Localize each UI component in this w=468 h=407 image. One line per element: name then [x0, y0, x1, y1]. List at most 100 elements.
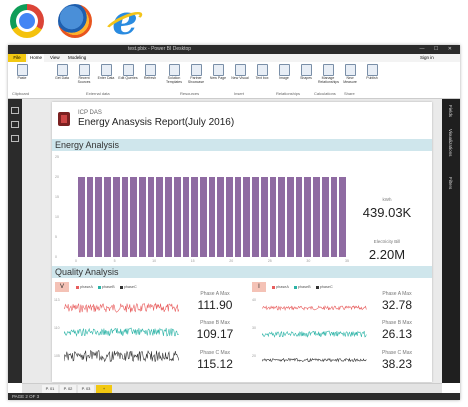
energy-bar[interactable]: [234, 177, 242, 257]
energy-bar[interactable]: [86, 177, 94, 257]
current-legend: phaseA phaseB phaseC: [268, 285, 333, 289]
ribbon-button-publish[interactable]: Publish: [362, 64, 382, 90]
ribbon-button-enter-data[interactable]: Enter Data: [96, 64, 116, 90]
add-page-button[interactable]: +: [96, 385, 112, 393]
ribbon-button-new-measure[interactable]: New Measure: [340, 64, 360, 90]
data-view-icon[interactable]: [11, 121, 19, 128]
voltage-panel-header: V: [55, 282, 69, 292]
energy-bar[interactable]: [147, 177, 155, 257]
energy-bar[interactable]: [260, 177, 268, 257]
report-view-icon[interactable]: [11, 107, 19, 114]
ribbon-button-paste[interactable]: Paste: [12, 64, 32, 90]
ribbon-button-label: Publish: [366, 76, 378, 80]
energy-bar[interactable]: [208, 177, 216, 257]
ribbon-group-label: Share: [344, 91, 355, 96]
energy-bar-chart[interactable]: 25 20 15 10 5 0: [55, 155, 352, 259]
ribbon-icon: [256, 64, 268, 76]
energy-bar[interactable]: [121, 177, 129, 257]
energy-bar[interactable]: [78, 177, 85, 257]
tab-modeling[interactable]: Modeling: [66, 54, 88, 62]
energy-bar[interactable]: [112, 177, 120, 257]
energy-bar[interactable]: [226, 177, 233, 257]
ribbon-button-new-page[interactable]: New Page: [208, 64, 228, 90]
relationships-view-icon[interactable]: [11, 135, 19, 142]
sign-in-link[interactable]: Sign in: [418, 54, 436, 62]
energy-bar[interactable]: [138, 177, 146, 257]
voltage-legend: phaseA phaseB phaseC: [72, 285, 137, 289]
energy-bar[interactable]: [330, 177, 338, 257]
energy-section-title: Energy Analysis: [55, 140, 120, 150]
energy-bar[interactable]: [165, 177, 172, 257]
energy-bar[interactable]: [278, 177, 286, 257]
ribbon-button-manage-relationships[interactable]: Manage Relationships: [318, 64, 340, 90]
status-bar: PAGE 2 OF 3: [8, 393, 460, 400]
energy-bar[interactable]: [321, 177, 329, 257]
tab-view[interactable]: View: [48, 54, 62, 62]
energy-bar[interactable]: [304, 177, 312, 257]
ribbon-button-solution-templates[interactable]: Solution Templates: [164, 64, 184, 90]
ribbon-button-get-data[interactable]: Get Data: [52, 64, 72, 90]
v-ytick: 105: [54, 354, 60, 358]
page-status: PAGE 2 OF 3: [12, 394, 40, 399]
page-tab-3[interactable]: P. 03: [78, 385, 94, 393]
window-controls[interactable]: — ☐ ✕: [420, 45, 456, 54]
energy-bar[interactable]: [295, 177, 303, 257]
visualizations-pane-tab[interactable]: Visualizations: [448, 129, 453, 156]
energy-bar[interactable]: [95, 177, 103, 257]
i-phase-a-value: 32.78: [381, 298, 413, 312]
fields-pane-tab[interactable]: Fields: [448, 105, 453, 117]
tab-home[interactable]: Home: [28, 54, 45, 62]
energy-bar[interactable]: [252, 177, 259, 257]
ribbon-button-shapes[interactable]: Shapes: [296, 64, 316, 90]
v-phase-b-value: 109.17: [196, 327, 234, 341]
quality-section-title: Quality Analysis: [55, 267, 119, 277]
ribbon: Paste Get Data Recent Sources Enter Data Edi…: [8, 62, 460, 99]
energy-x-tick: 5: [113, 259, 116, 263]
energy-bar[interactable]: [173, 177, 181, 257]
page-tab-2[interactable]: P. 02: [60, 385, 76, 393]
ribbon-group-label: Calculations: [314, 91, 336, 96]
energy-y-tick: 10: [55, 215, 59, 219]
energy-bar[interactable]: [269, 177, 277, 257]
kpi-bill-label: Electricity Bill: [373, 239, 401, 244]
energy-x-tick: 15: [190, 259, 195, 263]
energy-bar[interactable]: [243, 177, 251, 257]
tab-file[interactable]: File: [8, 54, 26, 62]
energy-bar[interactable]: [199, 177, 207, 257]
ribbon-button-refresh[interactable]: Refresh: [140, 64, 160, 90]
phase-a-line: [262, 305, 367, 312]
report-page: ICP DAS Energy Anasysis Report(July 2016…: [52, 102, 432, 382]
ribbon-button-text-box[interactable]: Text box: [252, 64, 272, 90]
ribbon-button-label: Manage Relationships: [318, 76, 340, 84]
energy-bar[interactable]: [191, 177, 198, 257]
ribbon-button-partner-showcase[interactable]: Partner Showcase: [186, 64, 206, 90]
energy-section-header: Energy Analysis: [52, 139, 432, 151]
ribbon-button-label: Paste: [17, 76, 27, 80]
ribbon-group-label: Insert: [234, 91, 245, 96]
ribbon-button-label: New Visual: [231, 76, 249, 80]
ribbon-button-image[interactable]: Image: [274, 64, 294, 90]
energy-bar[interactable]: [156, 177, 164, 257]
energy-bar[interactable]: [104, 177, 111, 257]
filters-pane-tab[interactable]: Filters: [448, 177, 453, 189]
page-tab-1[interactable]: P. 01: [42, 385, 58, 393]
energy-bar[interactable]: [339, 177, 346, 257]
ribbon-button-label: Solution Templates: [166, 76, 182, 84]
ribbon-button-new-visual[interactable]: New Visual: [230, 64, 250, 90]
company-name: ICP DAS: [78, 110, 102, 116]
ribbon-button-recent-sources[interactable]: Recent Sources: [74, 64, 94, 90]
internet-explorer-icon: e: [106, 1, 144, 41]
energy-x-tick: 10: [152, 259, 157, 263]
v-phase-a-value: 111.90: [197, 298, 233, 312]
i-ytick: 40: [252, 298, 256, 302]
energy-bar[interactable]: [182, 177, 190, 257]
energy-bar[interactable]: [313, 177, 320, 257]
ribbon-icon: [168, 64, 180, 76]
ribbon-button-edit-queries[interactable]: Edit Queries: [118, 64, 138, 90]
energy-bar[interactable]: [130, 177, 137, 257]
company-logo: [58, 112, 70, 126]
voltage-line-chart[interactable]: [64, 294, 179, 372]
current-line-chart[interactable]: [262, 294, 367, 372]
energy-bar[interactable]: [287, 177, 294, 257]
energy-bar[interactable]: [217, 177, 225, 257]
